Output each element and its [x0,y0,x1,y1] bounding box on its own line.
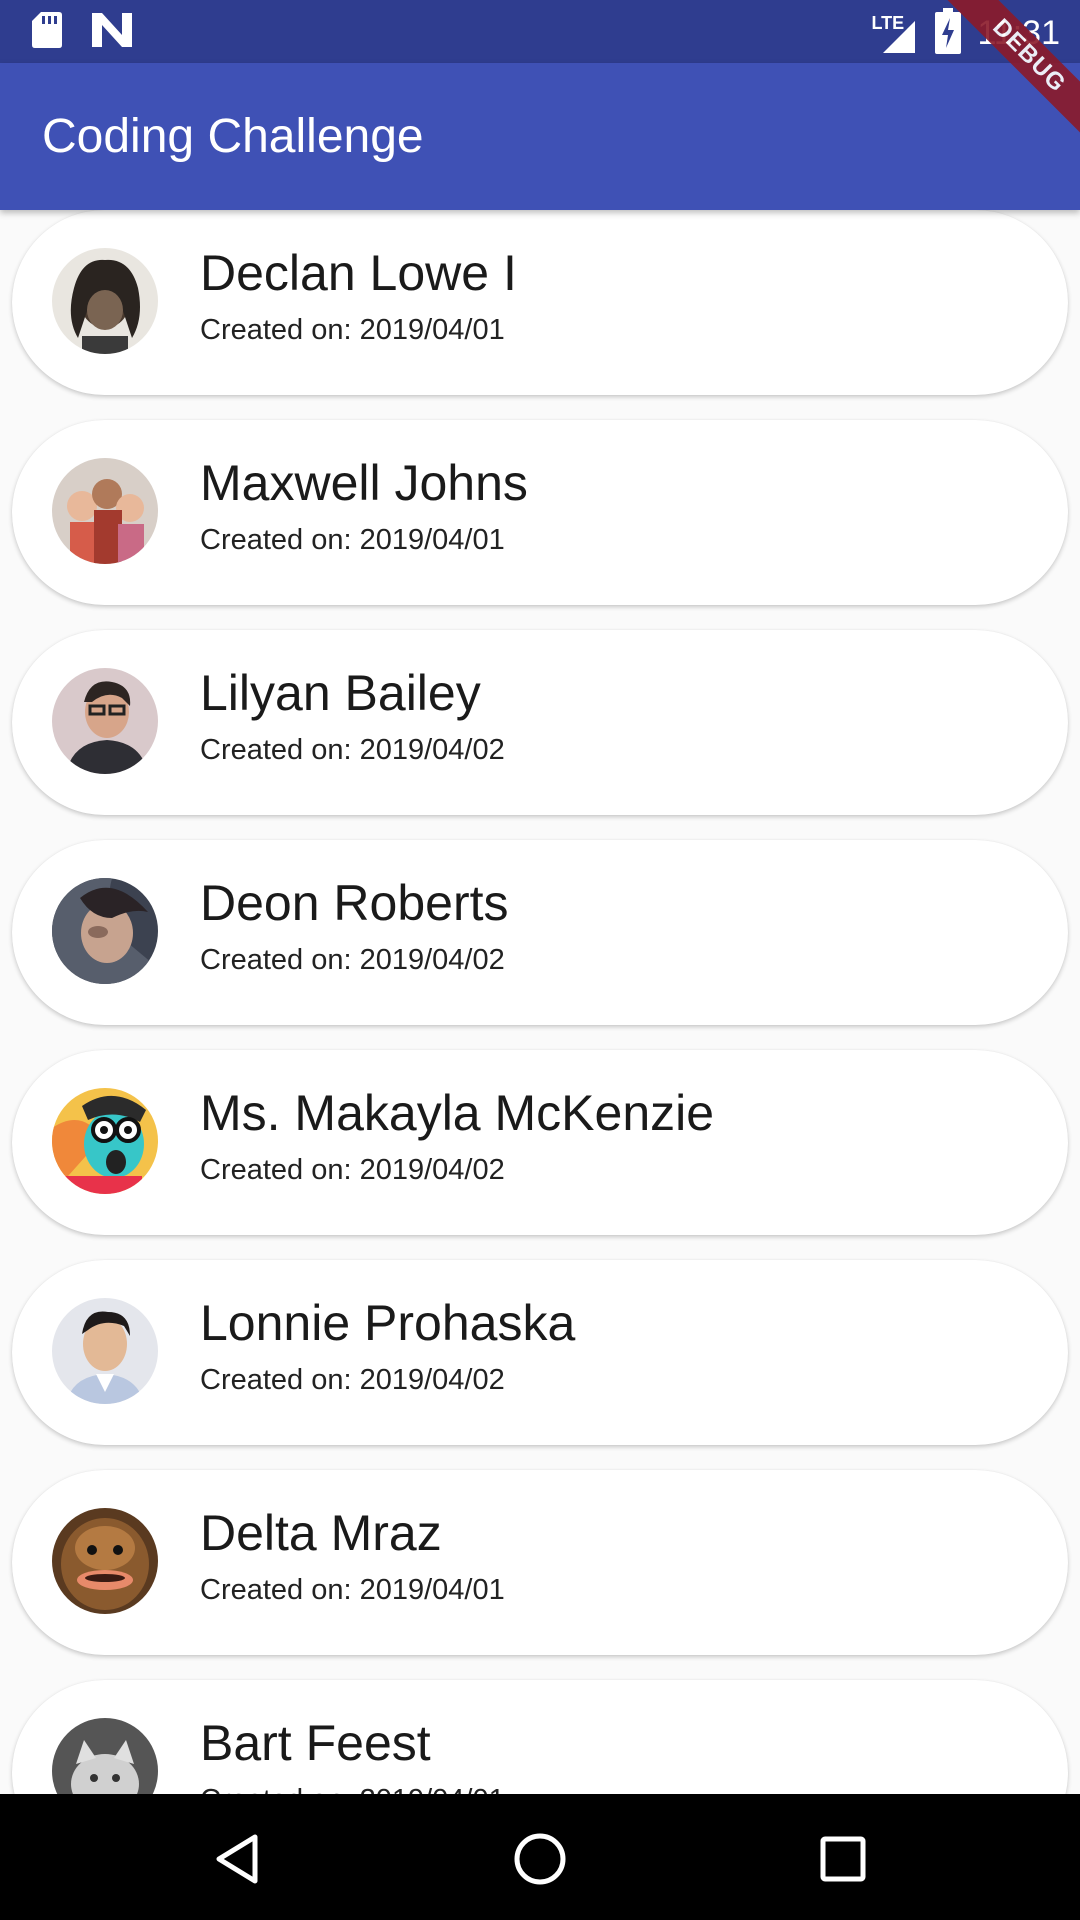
avatar [52,668,158,774]
list-item[interactable]: Bart Feest Created on: 2019/04/01 [12,1680,1068,1794]
list-item[interactable]: Lonnie Prohaska Created on: 2019/04/02 [12,1260,1068,1445]
user-list[interactable]: Declan Lowe I Created on: 2019/04/01 Max… [0,210,1080,1794]
created-date: Created on: 2019/04/01 [200,1574,505,1606]
user-name: Lilyan Bailey [200,665,481,721]
created-date: Created on: 2019/04/02 [200,1364,505,1396]
lte-signal-icon: LTE [871,11,919,57]
avatar [52,1718,158,1794]
created-date: Created on: 2019/04/02 [200,944,505,976]
notification-n-icon [92,13,132,52]
created-date: Created on: 2019/04/02 [200,734,505,766]
created-date: Created on: 2019/04/01 [200,314,505,346]
created-date: Created on: 2019/04/02 [200,1154,505,1186]
sd-card-icon [32,12,62,53]
list-item[interactable]: Declan Lowe I Created on: 2019/04/01 [12,210,1068,395]
navigation-bar [0,1794,1080,1920]
user-name: Maxwell Johns [200,455,528,511]
created-date: Created on: 2019/04/01 [200,524,505,556]
back-icon[interactable] [202,1824,272,1894]
created-date: Created on: 2019/04/01 [200,1784,505,1794]
avatar [52,1508,158,1614]
status-left-icons [32,12,132,53]
avatar [52,458,158,564]
recents-icon[interactable] [808,1824,878,1894]
status-bar: LTE 11:31 [0,0,1080,63]
avatar [52,248,158,354]
user-name: Deon Roberts [200,875,509,931]
user-name: Ms. Makayla McKenzie [200,1085,715,1141]
list-item[interactable]: Delta Mraz Created on: 2019/04/01 [12,1470,1068,1655]
user-name: Bart Feest [200,1715,431,1771]
app-bar: Coding Challenge [0,63,1080,210]
app-title: Coding Challenge [42,110,424,163]
list-item[interactable]: Maxwell Johns Created on: 2019/04/01 [12,420,1068,605]
list-item[interactable]: Deon Roberts Created on: 2019/04/02 [12,840,1068,1025]
list-item[interactable]: Ms. Makayla McKenzie Created on: 2019/04… [12,1050,1068,1235]
user-name: Declan Lowe I [200,245,517,301]
list-item[interactable]: Lilyan Bailey Created on: 2019/04/02 [12,630,1068,815]
avatar [52,878,158,984]
avatar [52,1088,158,1194]
home-icon[interactable] [505,1824,575,1894]
avatar [52,1298,158,1404]
user-name: Lonnie Prohaska [200,1295,576,1351]
battery-charging-icon [935,8,962,59]
user-name: Delta Mraz [200,1505,442,1561]
